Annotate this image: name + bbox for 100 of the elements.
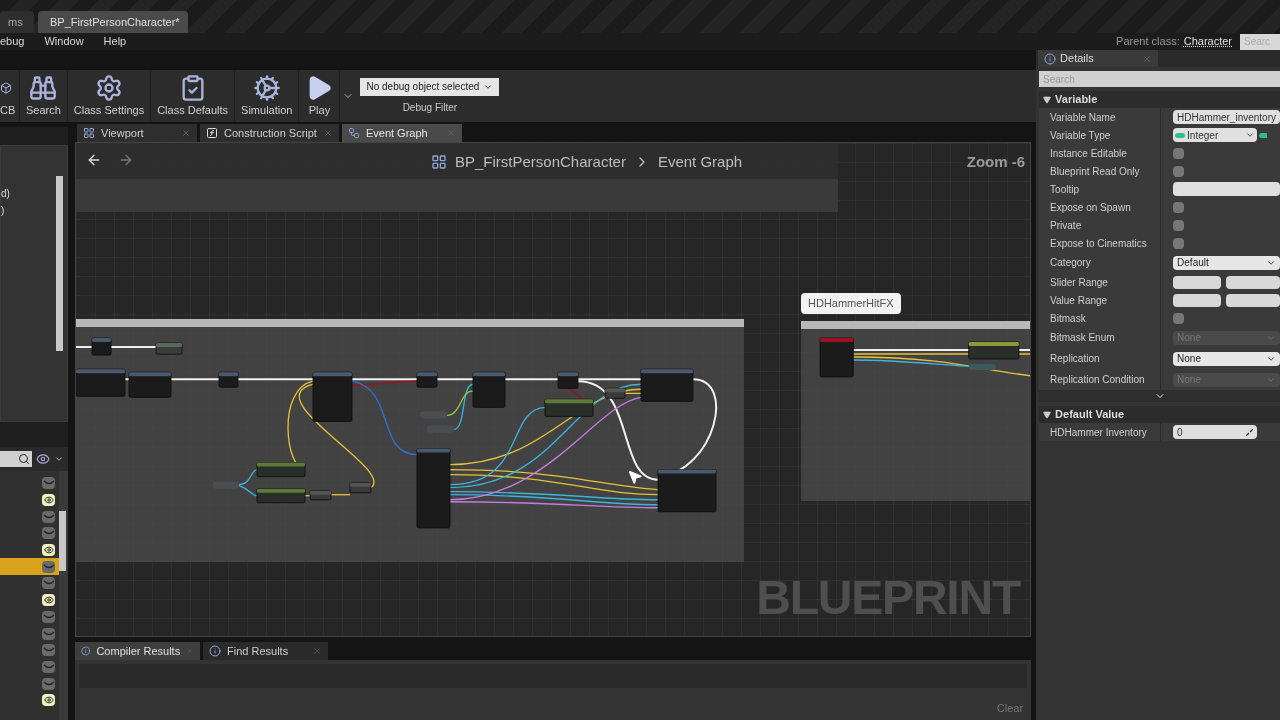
number-field[interactable]: 0 bbox=[1173, 425, 1258, 439]
graph-node[interactable] bbox=[155, 342, 183, 355]
graph-node[interactable] bbox=[968, 341, 1020, 360]
type-dropdown[interactable]: Integer bbox=[1173, 128, 1258, 142]
graph-tab[interactable]: Event Graph bbox=[341, 124, 462, 142]
results-tab[interactable]: Find Results bbox=[203, 642, 328, 660]
graph-node[interactable] bbox=[416, 448, 451, 529]
toolbar-button[interactable]: Class Defaults bbox=[151, 70, 236, 122]
checkbox[interactable] bbox=[1173, 237, 1185, 249]
closed-eye-icon bbox=[42, 630, 55, 637]
graph-node[interactable] bbox=[557, 371, 579, 389]
visibility-toggle[interactable] bbox=[42, 594, 55, 607]
graph-node[interactable] bbox=[256, 488, 306, 504]
variable-node[interactable] bbox=[968, 364, 996, 370]
document-tab[interactable]: ms bbox=[0, 11, 34, 33]
dropdown[interactable]: None bbox=[1173, 351, 1280, 366]
text-field[interactable]: HDHammer_inventory bbox=[1173, 110, 1280, 124]
menu-item[interactable]: ebug bbox=[0, 33, 25, 50]
visibility-toggle[interactable] bbox=[42, 494, 55, 507]
visibility-toggle[interactable] bbox=[42, 544, 55, 557]
closed-eye-icon bbox=[42, 663, 55, 670]
settings-icon bbox=[95, 73, 123, 102]
checkbox[interactable] bbox=[1173, 312, 1185, 324]
menu-item[interactable]: Help bbox=[103, 33, 127, 50]
visibility-toggle[interactable] bbox=[42, 627, 55, 640]
eye-icon[interactable] bbox=[36, 452, 50, 466]
closed-eye-icon bbox=[42, 613, 55, 620]
dropdown[interactable]: Default bbox=[1173, 255, 1280, 270]
visibility-toggle[interactable] bbox=[42, 510, 55, 523]
eye-icon bbox=[43, 495, 54, 506]
checkbox[interactable] bbox=[1173, 147, 1185, 159]
graph-node[interactable] bbox=[349, 482, 372, 494]
graph-node[interactable] bbox=[312, 371, 353, 422]
graph-node[interactable] bbox=[657, 469, 717, 513]
debug-object-select[interactable]: No debug object selected bbox=[360, 77, 500, 96]
checkbox[interactable] bbox=[1173, 219, 1185, 231]
graph-node[interactable] bbox=[309, 490, 332, 501]
visibility-toggle[interactable] bbox=[42, 644, 55, 657]
breadcrumb-item[interactable]: Event Graph bbox=[657, 151, 743, 174]
graph-tab[interactable]: Viewport bbox=[77, 124, 197, 142]
tab-label: BP_FirstPersonCharacter* bbox=[50, 14, 180, 30]
range-max-field[interactable] bbox=[1226, 293, 1280, 307]
visibility-toggle[interactable] bbox=[42, 527, 55, 540]
toolbar-button[interactable]: CB bbox=[0, 70, 20, 122]
close-icon[interactable] bbox=[312, 646, 322, 656]
section-header[interactable]: Variable bbox=[1039, 91, 1280, 108]
range-max-field[interactable] bbox=[1226, 275, 1280, 289]
graph-node[interactable] bbox=[76, 368, 126, 397]
zoom-level: Zoom -6 bbox=[966, 152, 1026, 172]
visibility-toggle[interactable] bbox=[42, 677, 55, 690]
results-tab[interactable]: Compiler Results bbox=[75, 642, 200, 660]
graph-node[interactable] bbox=[640, 368, 694, 402]
graph-node[interactable] bbox=[218, 371, 239, 388]
toolbar-button[interactable]: Play bbox=[299, 70, 341, 122]
toolbar-button[interactable]: Class Settings bbox=[67, 70, 152, 122]
parent-class-label: Parent class: bbox=[1116, 34, 1180, 50]
range-min-field[interactable] bbox=[1173, 293, 1222, 307]
closed-eye-icon bbox=[42, 513, 55, 520]
graph-tab[interactable]: Construction Script bbox=[200, 124, 339, 142]
details-tab[interactable]: Details bbox=[1038, 50, 1159, 67]
close-icon[interactable] bbox=[322, 128, 333, 138]
variable-node[interactable] bbox=[420, 411, 447, 419]
toolbar-button[interactable]: Simulation bbox=[235, 70, 300, 122]
graph-node[interactable] bbox=[819, 337, 854, 378]
graph-node[interactable] bbox=[416, 371, 438, 388]
visibility-toggle[interactable] bbox=[42, 694, 55, 707]
checkbox[interactable] bbox=[1173, 165, 1185, 177]
binoculars-icon bbox=[29, 73, 58, 102]
text-field[interactable] bbox=[1173, 182, 1280, 196]
visibility-toggle[interactable] bbox=[42, 660, 55, 673]
forward-arrow-icon[interactable] bbox=[118, 152, 134, 168]
back-arrow-icon[interactable] bbox=[86, 152, 102, 168]
section-header[interactable]: Default Value bbox=[1039, 406, 1280, 423]
eye-icon bbox=[43, 545, 54, 556]
visibility-toggle[interactable] bbox=[42, 577, 55, 590]
variable-node[interactable] bbox=[213, 481, 239, 489]
checkbox[interactable] bbox=[1173, 201, 1185, 213]
visibility-toggle[interactable] bbox=[42, 610, 55, 623]
breadcrumb-item[interactable]: BP_FirstPersonCharacter bbox=[455, 151, 626, 174]
close-icon[interactable] bbox=[181, 128, 191, 138]
tab-label: ms bbox=[8, 14, 23, 30]
range-min-field[interactable] bbox=[1173, 275, 1222, 289]
graph-node[interactable] bbox=[128, 371, 172, 398]
filter-search-field[interactable] bbox=[0, 451, 32, 467]
visibility-toggle[interactable] bbox=[42, 560, 55, 573]
integer-pin-icon bbox=[1175, 132, 1186, 138]
toolbar-button[interactable]: Search bbox=[20, 70, 68, 122]
comment-bubble: HDHammerHitFX bbox=[801, 293, 901, 314]
resize-icon bbox=[1246, 428, 1254, 436]
visibility-toggle[interactable] bbox=[42, 477, 55, 490]
graph-node[interactable] bbox=[256, 462, 306, 478]
variable-node[interactable] bbox=[427, 425, 454, 433]
menu-item[interactable]: Window bbox=[44, 33, 84, 50]
graph-node[interactable] bbox=[472, 371, 506, 408]
graph-node[interactable] bbox=[544, 398, 594, 417]
layer-row[interactable] bbox=[0, 558, 59, 576]
graph-node[interactable] bbox=[91, 337, 112, 356]
graph-node[interactable] bbox=[604, 387, 626, 399]
parent-class-link[interactable]: Character bbox=[1183, 33, 1232, 50]
document-tab[interactable]: BP_FirstPersonCharacter* bbox=[38, 11, 188, 33]
